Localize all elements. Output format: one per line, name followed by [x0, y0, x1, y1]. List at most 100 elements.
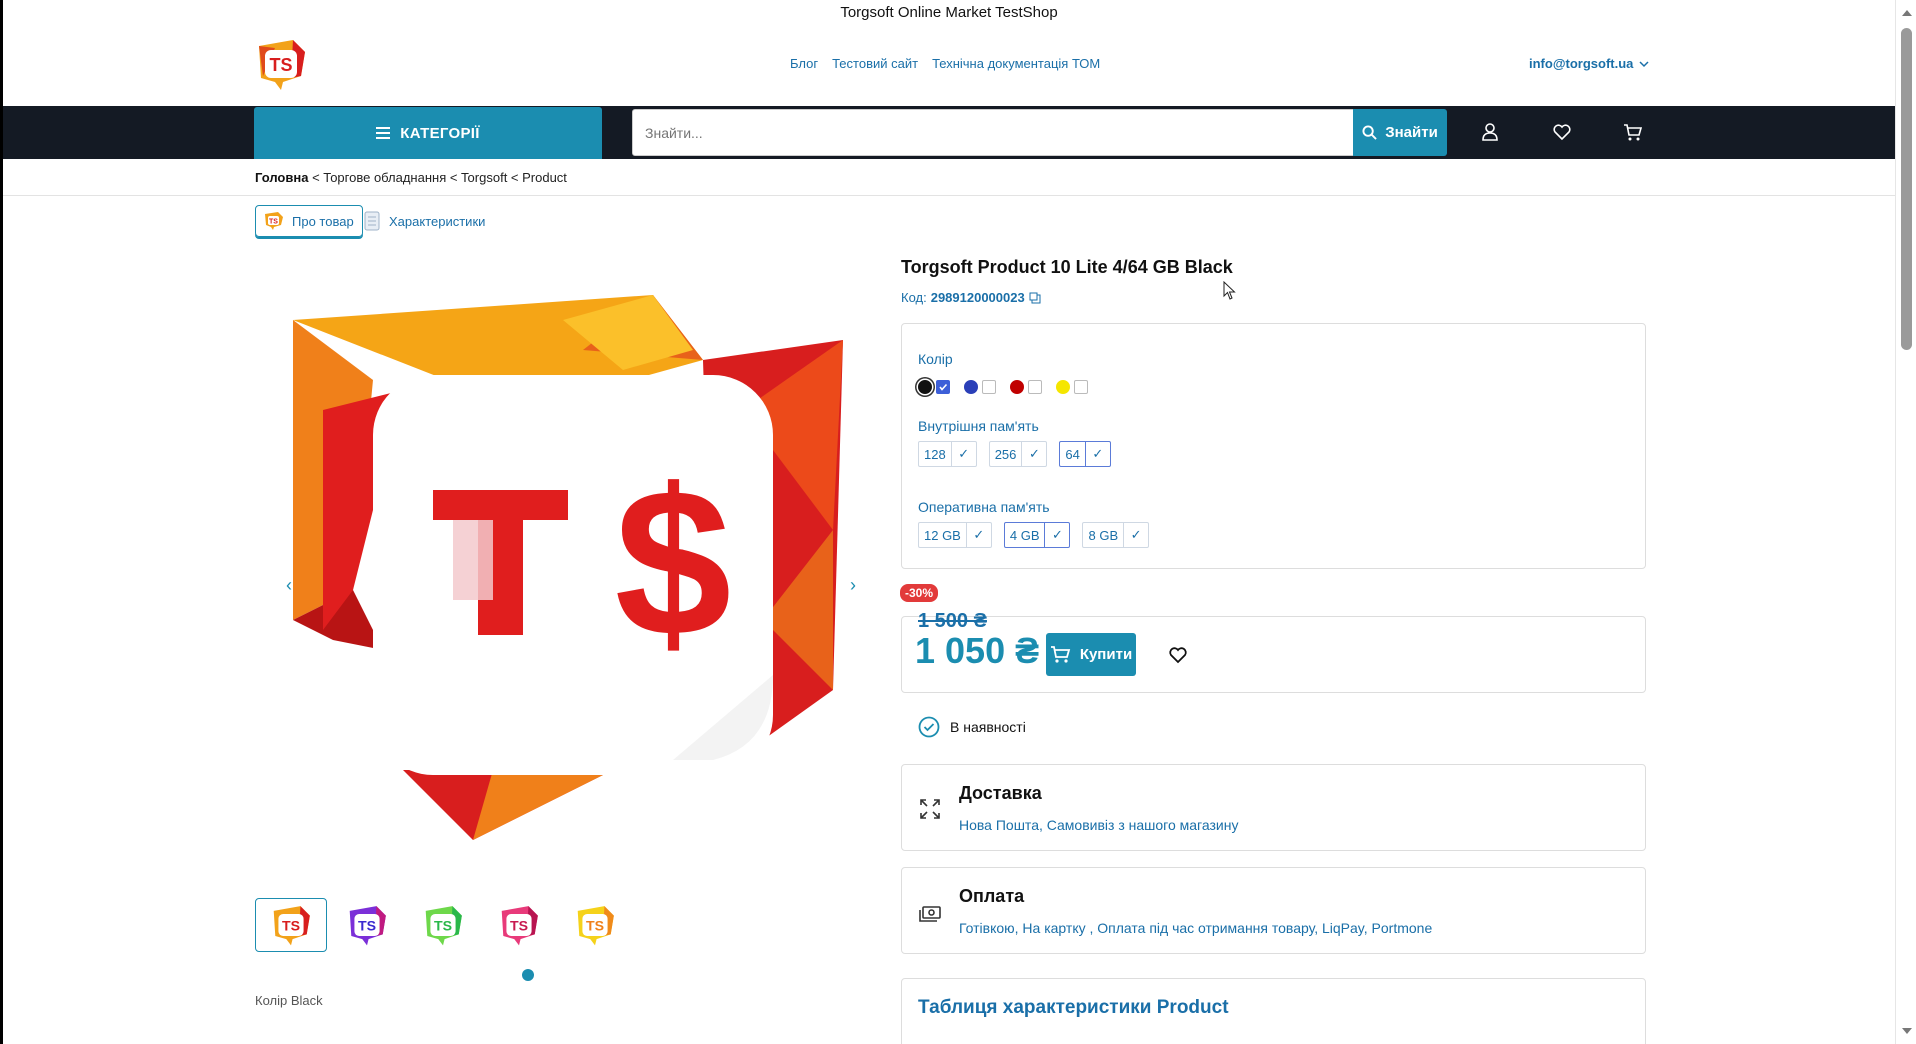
torgsoft-logo-thumb-icon: TS: [577, 906, 614, 946]
storage-chip-64[interactable]: 64 ✓: [1059, 441, 1111, 467]
color-dot: [964, 380, 978, 394]
tab-about-product[interactable]: TS Про товар: [255, 205, 363, 237]
color-option-label: Колір: [918, 351, 953, 367]
user-icon[interactable]: [1479, 121, 1501, 143]
specs-table-panel: Таблиця характеристики Product: [901, 978, 1646, 1044]
payment-methods: Готівкою, На картку , Оплата під час отр…: [959, 920, 1433, 936]
categories-label: КАТЕГОРІЇ: [400, 124, 480, 142]
gallery-thumb[interactable]: TS: [331, 898, 403, 952]
torgsoft-mini-icon: TS: [265, 212, 283, 230]
svg-text:TS: TS: [434, 918, 452, 934]
check-icon: ✓: [1130, 527, 1142, 542]
stock-status: В наявності: [918, 716, 1026, 738]
gallery-thumb[interactable]: TS: [483, 898, 555, 952]
product-title: Torgsoft Product 10 Lite 4/64 GB Black: [901, 257, 1233, 277]
gallery-pagination-dot[interactable]: [522, 969, 534, 981]
buy-button-label: Купити: [1079, 646, 1133, 663]
wishlist-heart-icon[interactable]: [1551, 121, 1573, 143]
cash-icon: [919, 906, 941, 922]
breadcrumb: Головна < Торгове обладнання < Torgsoft …: [255, 170, 567, 185]
check-icon: ✓: [958, 446, 970, 461]
color-checkbox[interactable]: [1028, 380, 1042, 394]
color-swatch-red[interactable]: [1010, 380, 1042, 394]
top-link-blog[interactable]: Блог: [790, 56, 818, 71]
chip-value: 8 GB: [1083, 523, 1125, 547]
account-menu[interactable]: info@torgsoft.ua: [1529, 56, 1649, 71]
breadcrumb-home[interactable]: Головна: [255, 170, 308, 185]
menu-icon: [376, 127, 391, 139]
ram-chip-4gb[interactable]: 4 GB ✓: [1003, 522, 1071, 548]
search-icon: [1362, 125, 1377, 140]
tab-about-label: Про товар: [292, 213, 354, 229]
check-icon: ✓: [1092, 446, 1104, 461]
buy-button[interactable]: Купити: [1046, 633, 1136, 676]
chip-value: 12 GB: [919, 523, 967, 547]
delivery-title: Доставка: [959, 783, 1042, 803]
product-code-value: 2989120000023: [930, 290, 1025, 305]
svg-text:TS: TS: [269, 219, 278, 226]
color-swatch-yellow[interactable]: [1056, 380, 1088, 394]
tab-specifications[interactable]: Характеристики: [355, 205, 493, 237]
gallery-thumb[interactable]: TS: [407, 898, 479, 952]
ram-chip-12gb[interactable]: 12 GB ✓: [918, 522, 992, 548]
chip-value: 256: [990, 442, 1023, 466]
storage-chip-256[interactable]: 256 ✓: [988, 441, 1048, 467]
add-to-wishlist-heart-icon[interactable]: [1167, 644, 1189, 666]
storage-chip-128[interactable]: 128 ✓: [918, 441, 977, 467]
product-code: Код: 2989120000023: [901, 290, 1041, 305]
check-icon: ✓: [1052, 527, 1063, 542]
expand-arrows-icon: [920, 799, 940, 819]
color-swatch-blue[interactable]: [964, 380, 996, 394]
storage-options: 128 ✓ 256 ✓ 64 ✓: [918, 441, 1111, 467]
product-main-image[interactable]: $: [293, 290, 853, 850]
color-swatch-black[interactable]: [918, 380, 950, 394]
color-checkbox[interactable]: [1074, 380, 1088, 394]
svg-text:TS: TS: [586, 918, 604, 934]
svg-text:$: $: [615, 445, 732, 680]
torgsoft-logo-thumb-icon: TS: [273, 906, 310, 946]
chip-value: 4 GB: [1005, 523, 1046, 547]
gallery-thumb[interactable]: TS: [559, 898, 631, 952]
search-input[interactable]: [632, 109, 1356, 156]
top-link-docs[interactable]: Технічна документація ТОМ: [932, 56, 1100, 71]
scroll-up-arrow[interactable]: [1902, 10, 1912, 16]
selected-color-note: Колір Black: [255, 993, 323, 1008]
product-options-panel: Колір Внутрішня пам'ять 128 ✓ 256 ✓ 64 ✓…: [901, 323, 1646, 569]
ram-option-label: Оперативна пам'ять: [918, 499, 1050, 515]
check-icon: ✓: [1028, 446, 1040, 461]
color-checkbox[interactable]: [982, 380, 996, 394]
svg-text:TS: TS: [282, 918, 300, 934]
site-title: Torgsoft Online Market TestShop: [840, 4, 1058, 21]
gallery-next-arrow[interactable]: ›: [850, 575, 856, 596]
torgsoft-logo[interactable]: TS: [253, 38, 309, 90]
delivery-panel: Доставка Нова Пошта, Самовивіз з нашого …: [901, 764, 1646, 851]
breadcrumb-path[interactable]: < Торгове обладнання < Torgsoft < Produc…: [308, 170, 567, 185]
search-button-label: Знайти: [1385, 124, 1438, 141]
divider: [3, 195, 1895, 196]
scroll-down-arrow[interactable]: [1902, 1028, 1912, 1034]
top-link-test-site[interactable]: Тестовий сайт: [832, 56, 918, 71]
torgsoft-logo-thumb-icon: TS: [501, 906, 538, 946]
cart-icon[interactable]: [1622, 121, 1644, 143]
svg-text:TS: TS: [358, 918, 376, 934]
scrollbar-thumb[interactable]: [1901, 28, 1912, 350]
torgsoft-logo-thumb-icon: TS: [425, 906, 462, 946]
color-dot: [1010, 380, 1024, 394]
categories-button[interactable]: КАТЕГОРІЇ: [254, 107, 602, 159]
chip-value: 64: [1060, 442, 1086, 466]
chip-value: 128: [919, 442, 952, 466]
ram-chip-8gb[interactable]: 8 GB ✓: [1082, 522, 1150, 548]
page-scrollbar[interactable]: [1895, 0, 1916, 1044]
chevron-down-icon: [1639, 60, 1649, 67]
cart-icon: [1050, 645, 1071, 663]
top-links: Блог Тестовий сайт Технічна документація…: [790, 56, 1100, 71]
color-checkbox[interactable]: [936, 380, 950, 394]
list-icon: [364, 211, 380, 231]
delivery-methods: Нова Пошта, Самовивіз з нашого магазину: [959, 817, 1239, 833]
gallery-thumb[interactable]: TS: [255, 898, 327, 952]
search-button[interactable]: Знайти: [1353, 109, 1447, 156]
gallery-prev-arrow[interactable]: ‹: [286, 575, 292, 596]
browser-page: Torgsoft Online Market TestShop TS Блог …: [3, 0, 1895, 1044]
copy-icon[interactable]: [1029, 292, 1041, 304]
mouse-cursor-icon: [1223, 281, 1236, 300]
